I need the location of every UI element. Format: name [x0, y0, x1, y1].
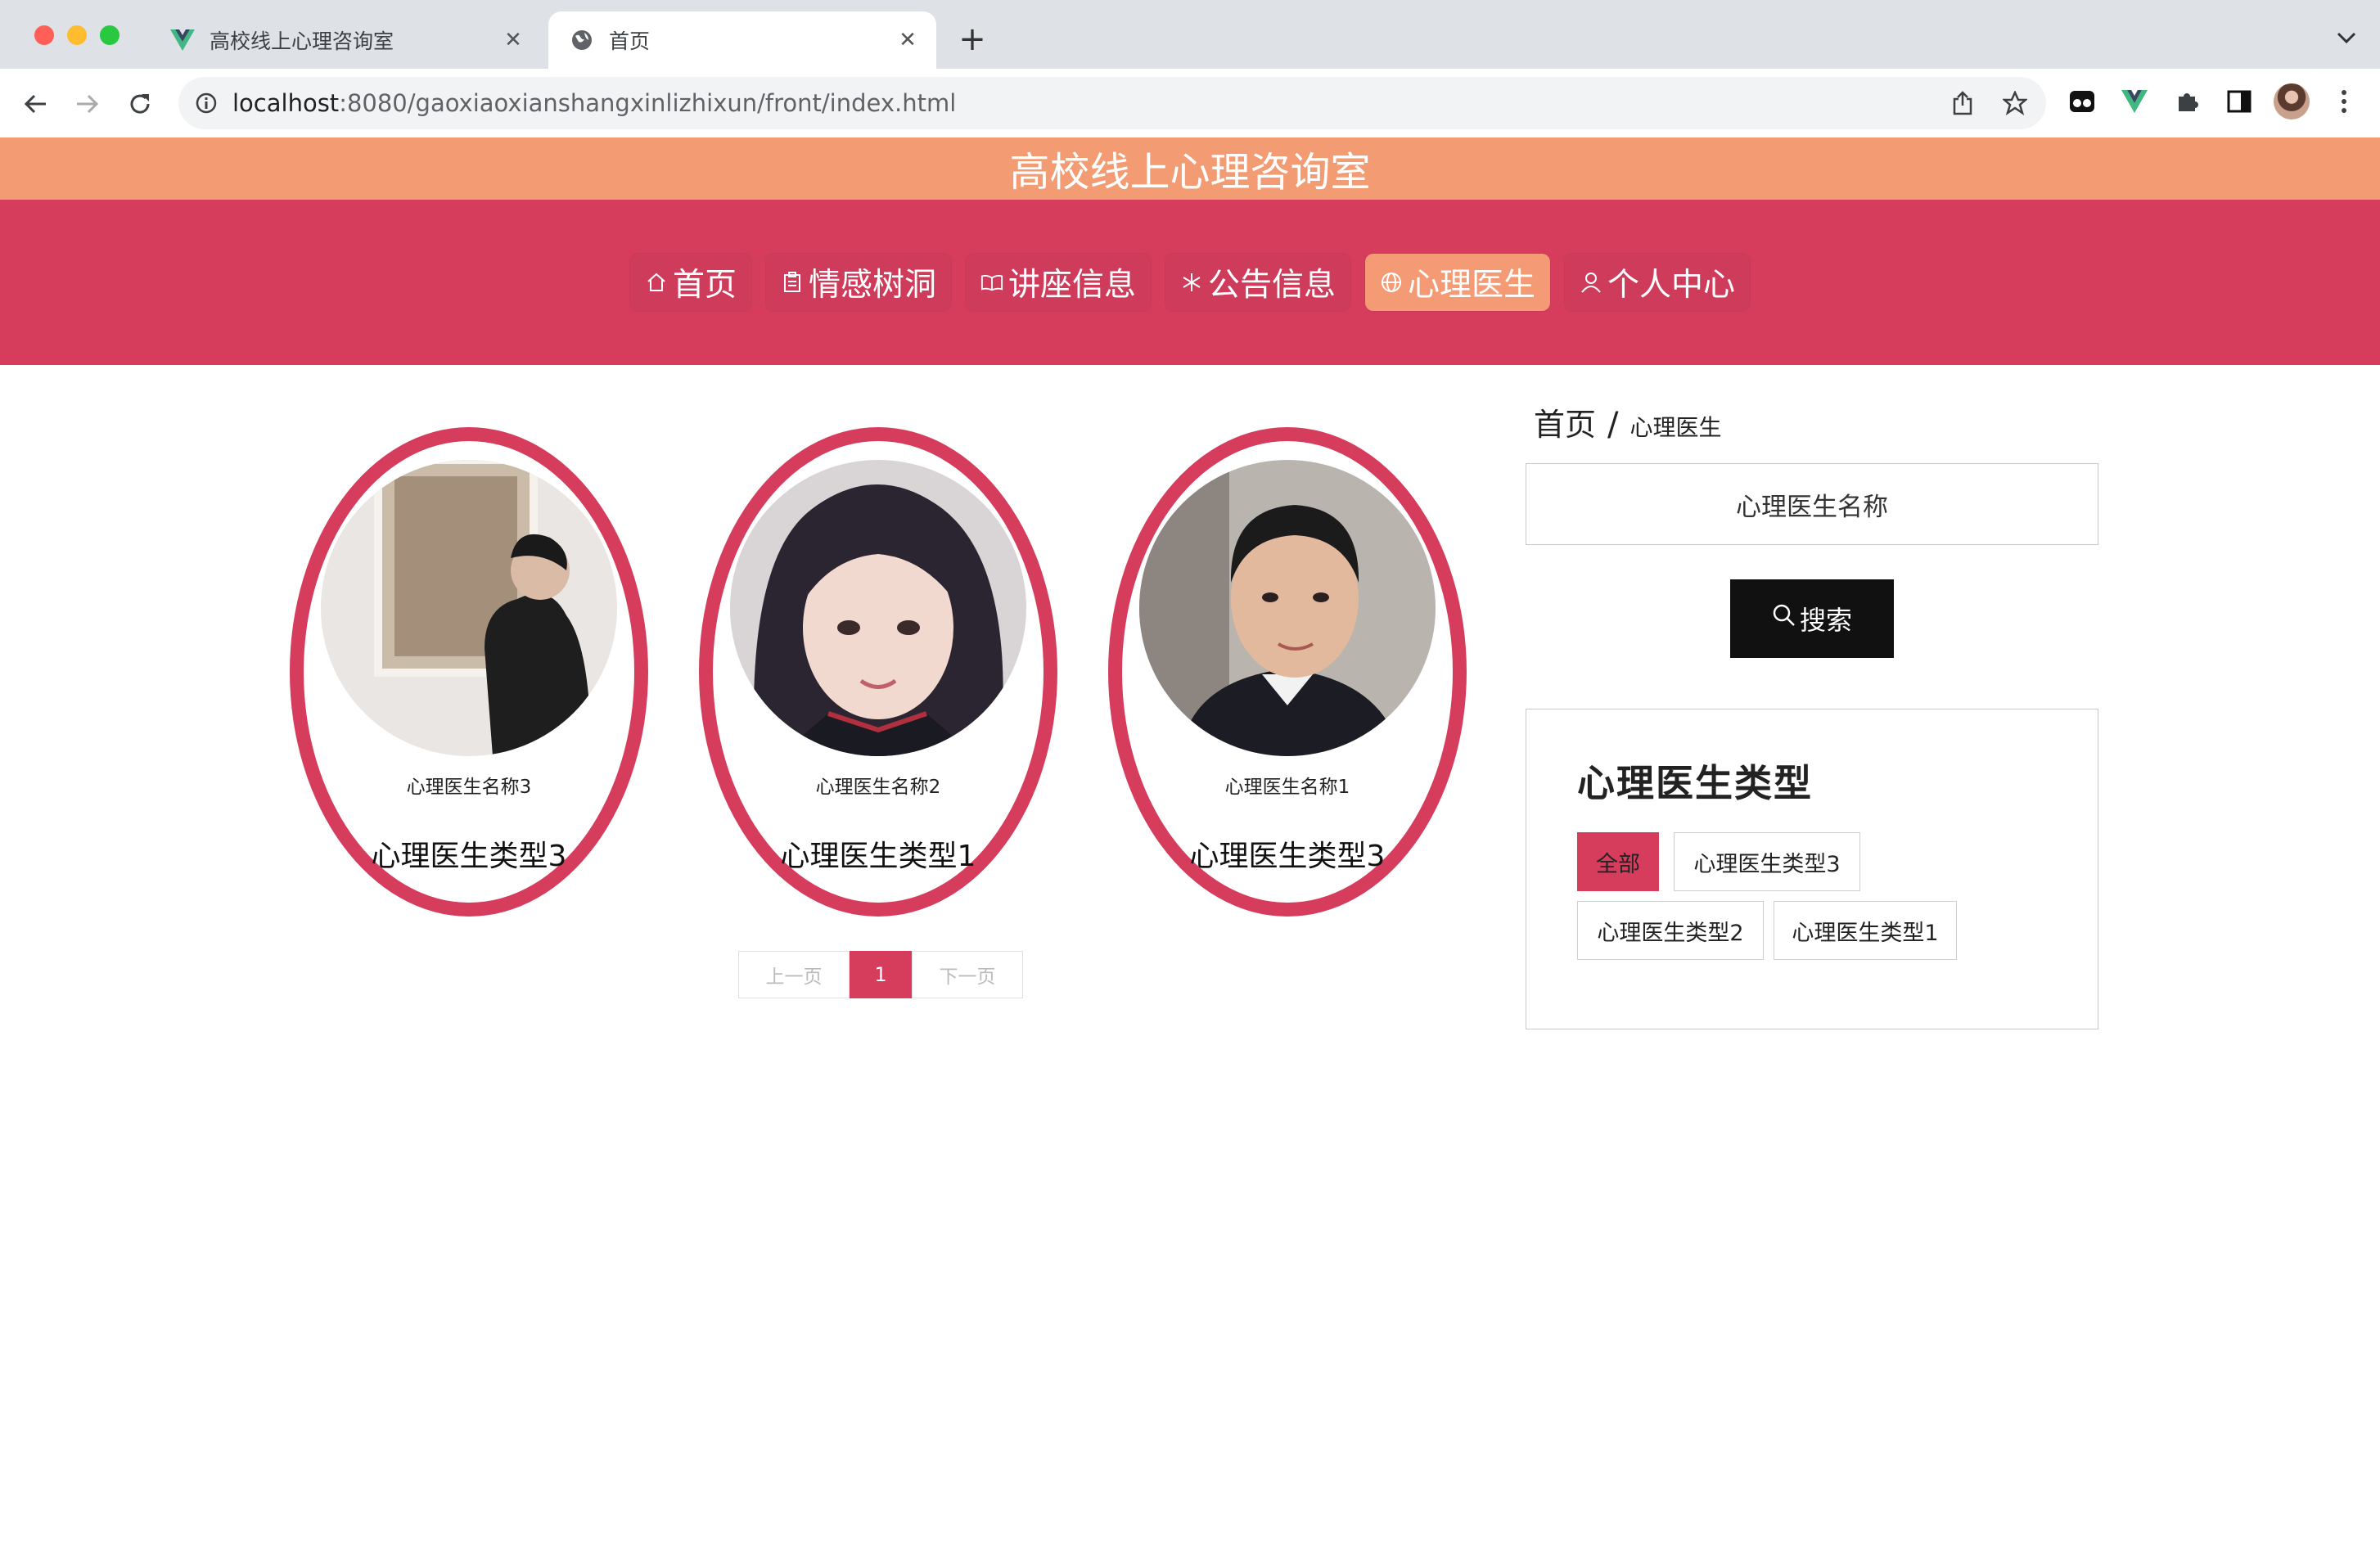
site-title-bar: 高校线上心理咨询室 [0, 137, 2380, 200]
side-panel-icon[interactable] [2221, 83, 2257, 119]
filter-chip[interactable]: 心理医生类型2 [1577, 901, 1764, 960]
window-minimize-button[interactable] [67, 25, 87, 45]
site-info-icon[interactable] [193, 90, 219, 116]
bookmark-star-icon[interactable] [2000, 88, 2030, 118]
filter-chip[interactable]: 心理医生类型3 [1674, 832, 1860, 891]
book-icon [980, 271, 1003, 294]
browser-tab[interactable]: 高校线上心理咨询室 ✕ [149, 11, 542, 69]
search-button-label: 搜索 [1799, 605, 1852, 636]
doctor-type: 心理医生类型3 [1189, 840, 1386, 873]
pagination: 上一页 1 下一页 [738, 951, 1023, 998]
main-nav-band: 首页 情感树洞 讲座信息 公告信息 心理医生 个人中心 [0, 200, 2380, 365]
doctor-card[interactable]: 心理医生名称2 心理医生类型1 [699, 427, 1057, 917]
browser-tab-bar: 高校线上心理咨询室 ✕ 首页 ✕ + [0, 0, 2380, 69]
home-icon [645, 271, 668, 294]
nav-item-label: 个人中心 [1607, 267, 1736, 304]
window-close-button[interactable] [34, 25, 54, 45]
window-maximize-button[interactable] [100, 25, 119, 45]
doctor-type: 心理医生类型3 [371, 840, 567, 873]
clipboard-icon [781, 271, 804, 294]
search-icon [1772, 603, 1796, 634]
search-button[interactable]: 搜索 [1730, 579, 1894, 658]
address-bar[interactable]: localhost:8080/gaoxiaoxianshangxinlizhix… [178, 77, 2046, 129]
vue-devtools-icon[interactable] [2116, 83, 2152, 119]
tab-title: 高校线上心理咨询室 [210, 29, 394, 53]
doctor-name-search-input[interactable]: 心理医生名称 [1526, 463, 2098, 545]
filter-chip-all[interactable]: 全部 [1577, 832, 1659, 891]
back-arrow-icon[interactable] [16, 85, 54, 123]
breadcrumb-separator: / [1607, 406, 1619, 444]
nav-item-home[interactable]: 首页 [630, 254, 751, 311]
doctor-type-filter-panel: 心理医生类型 全部 心理医生类型3 心理医生类型2 心理医生类型1 [1526, 709, 2098, 1029]
forward-arrow-icon[interactable] [69, 85, 106, 123]
nav-item-label: 首页 [672, 267, 737, 304]
tab-search-chevron-icon[interactable] [2333, 21, 2360, 54]
filter-chip[interactable]: 心理医生类型1 [1774, 901, 1957, 960]
next-page-button[interactable]: 下一页 [912, 951, 1023, 998]
doctor-avatar[interactable] [321, 460, 617, 756]
nav-item-doctors[interactable]: 心理医生 [1365, 254, 1551, 311]
nav-item-label: 讲座信息 [1007, 267, 1136, 304]
doctor-type: 心理医生类型1 [780, 840, 976, 873]
url-text[interactable]: localhost:8080/gaoxiaoxianshangxinlizhix… [232, 77, 956, 129]
browser-toolbar: localhost:8080/gaoxiaoxianshangxinlizhix… [0, 69, 2380, 138]
url-path: :8080/gaoxiaoxianshangxinlizhixun/front/… [339, 89, 957, 117]
more-menu-icon[interactable] [2326, 83, 2362, 119]
breadcrumb: 首页 / 心理医生 [1534, 399, 1722, 444]
nav-item-label: 公告信息 [1208, 267, 1336, 304]
doctor-avatar[interactable] [730, 460, 1026, 756]
close-tab-icon[interactable]: ✕ [498, 25, 529, 56]
user-icon [1580, 271, 1602, 294]
reload-icon[interactable] [121, 85, 159, 123]
nav-item-profile[interactable]: 个人中心 [1565, 254, 1750, 311]
main-nav: 首页 情感树洞 讲座信息 公告信息 心理医生 个人中心 [0, 254, 2380, 311]
search-placeholder: 心理医生名称 [1736, 492, 1888, 522]
puzzle-extensions-icon[interactable] [2169, 83, 2205, 119]
nav-item-announcements[interactable]: 公告信息 [1165, 254, 1350, 311]
doctor-name: 心理医生名称1 [1224, 777, 1350, 798]
doctor-name: 心理医生名称3 [406, 777, 532, 798]
extension-icon[interactable] [2064, 83, 2100, 119]
prev-page-button[interactable]: 上一页 [738, 951, 850, 998]
breadcrumb-home[interactable]: 首页 [1534, 399, 1596, 444]
new-tab-button[interactable]: + [954, 20, 990, 58]
current-page-button[interactable]: 1 [850, 951, 912, 998]
browser-tab-active[interactable]: 首页 ✕ [548, 11, 936, 69]
doctor-card[interactable]: 心理医生名称3 心理医生类型3 [290, 427, 648, 917]
nav-item-label: 心理医生 [1408, 267, 1536, 304]
globe-icon [570, 28, 594, 52]
nav-item-lectures[interactable]: 讲座信息 [966, 254, 1151, 311]
breadcrumb-current: 心理医生 [1629, 414, 1722, 441]
snowflake-icon [1180, 271, 1203, 294]
tab-title: 首页 [609, 29, 651, 53]
nav-item-tree-hole[interactable]: 情感树洞 [766, 254, 951, 311]
doctor-avatar[interactable] [1139, 460, 1436, 756]
close-tab-icon[interactable]: ✕ [892, 25, 923, 56]
vue-logo-icon [170, 28, 195, 52]
filter-title: 心理医生类型 [1577, 761, 1813, 805]
profile-avatar[interactable] [2274, 83, 2310, 119]
share-icon[interactable] [1948, 88, 1977, 118]
nav-item-label: 情感树洞 [808, 267, 936, 304]
site-title: 高校线上心理咨询室 [1009, 148, 1371, 196]
doctor-card[interactable]: 心理医生名称1 心理医生类型3 [1108, 427, 1467, 917]
url-host: localhost [232, 89, 340, 117]
globe-icon [1380, 271, 1403, 294]
doctor-name: 心理医生名称2 [815, 777, 941, 798]
